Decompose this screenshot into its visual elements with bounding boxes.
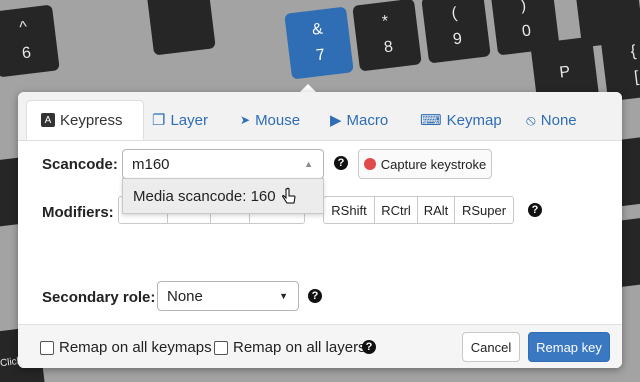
tab-none[interactable]: ⦸ None <box>526 100 577 140</box>
tab-bar: A Keypress ❐ Layer ➤ Mouse ▶ Macro ⌨ Key… <box>18 92 622 141</box>
rsuper-toggle[interactable]: RSuper <box>454 196 514 224</box>
capture-keystroke-button[interactable]: Capture keystroke <box>358 149 492 179</box>
play-icon: ▶ <box>330 112 342 129</box>
layer-icon: ❐ <box>152 112 166 129</box>
tab-mouse[interactable]: ➤ Mouse <box>240 100 300 140</box>
remap-all-keymaps-checkbox[interactable]: Remap on all keymaps <box>40 339 212 356</box>
scancode-value: m160 <box>132 155 170 173</box>
remap-popover: A Keypress ❐ Layer ➤ Mouse ▶ Macro ⌨ Key… <box>18 92 622 368</box>
key-bottom-label: 7 <box>315 46 326 65</box>
tab-label: Keymap <box>446 111 502 129</box>
key-bracket[interactable]: { [ <box>600 28 640 102</box>
key-bottom-label: [ <box>633 68 640 87</box>
key-bottom-label: 6 <box>21 44 32 63</box>
rctrl-toggle[interactable]: RCtrl <box>374 196 418 224</box>
cancel-button[interactable]: Cancel <box>462 332 520 362</box>
key-8[interactable]: * 8 <box>352 0 422 72</box>
key-top-label: ) <box>519 0 528 15</box>
key-top-label: ( <box>450 4 459 23</box>
remap-key-button[interactable]: Remap key <box>528 332 610 362</box>
remap-all-layers-checkbox[interactable]: Remap on all layers <box>214 339 366 356</box>
key-6[interactable]: ^ 6 <box>0 4 60 78</box>
checkbox-box[interactable] <box>214 340 228 355</box>
scancode-input[interactable]: m160 ▲ <box>122 149 324 179</box>
capture-keystroke-label: Capture keystroke <box>380 156 487 172</box>
tab-label: None <box>540 111 577 129</box>
modifiers-help-icon[interactable]: ? <box>528 203 542 217</box>
tab-label: Keypress <box>60 111 123 129</box>
checkbox-box[interactable] <box>40 340 54 355</box>
right-modifier-group: RShift RCtrl RAlt RSuper <box>323 196 514 224</box>
scancode-suggestion-option[interactable]: Media scancode: 160 <box>122 178 324 214</box>
key-bottom-label: 9 <box>452 30 463 49</box>
secondary-role-label: Secondary role: <box>42 289 156 306</box>
key-bottom-label: P <box>558 63 572 82</box>
secondary-role-help-icon[interactable]: ? <box>308 289 322 303</box>
key-9[interactable]: ( 9 <box>421 0 491 64</box>
key-top-label: * <box>381 12 390 31</box>
remap-all-layers-label: Remap on all layers <box>233 339 366 356</box>
secondary-role-select[interactable]: None ▼ <box>157 281 299 311</box>
scancode-label: Scancode: <box>42 156 118 173</box>
tab-label: Mouse <box>255 111 301 129</box>
hand-cursor-icon <box>282 187 296 204</box>
ban-icon: ⦸ <box>526 111 536 129</box>
chevron-down-icon: ▼ <box>279 291 288 301</box>
suggestion-label: Media scancode: 160 <box>133 187 276 205</box>
rshift-toggle[interactable]: RShift <box>323 196 375 224</box>
tab-keymap[interactable]: ⌨ Keymap <box>420 100 502 140</box>
mouse-pointer-icon: ➤ <box>240 113 251 127</box>
ralt-toggle[interactable]: RAlt <box>417 196 455 224</box>
tab-label: Layer <box>170 111 208 129</box>
key-top-label: { <box>629 42 638 61</box>
tab-layer[interactable]: ❐ Layer <box>152 100 208 140</box>
record-icon <box>363 158 376 170</box>
tab-label: Macro <box>346 111 389 129</box>
key-blank[interactable] <box>146 0 216 56</box>
tab-macro[interactable]: ▶ Macro <box>330 100 388 140</box>
key-bottom-label: 8 <box>383 38 394 57</box>
popover-footer: Remap on all keymaps Remap on all layers… <box>18 324 622 368</box>
key-7-selected[interactable]: & 7 <box>284 6 354 80</box>
scancode-help-icon[interactable]: ? <box>334 156 348 170</box>
keyboard-icon: ⌨ <box>420 112 442 129</box>
key-top-label: & <box>311 20 324 39</box>
tab-keypress[interactable]: A Keypress <box>26 100 144 140</box>
remap-all-keymaps-label: Remap on all keymaps <box>59 339 212 356</box>
chevron-up-icon: ▲ <box>304 159 313 169</box>
remap-help-icon[interactable]: ? <box>362 340 376 354</box>
key-top-label: ^ <box>18 18 29 37</box>
secondary-role-value: None <box>167 287 203 305</box>
keypress-icon: A <box>41 113 55 127</box>
key-bottom-label: 0 <box>521 22 532 41</box>
modifiers-label: Modifiers: <box>42 204 114 221</box>
